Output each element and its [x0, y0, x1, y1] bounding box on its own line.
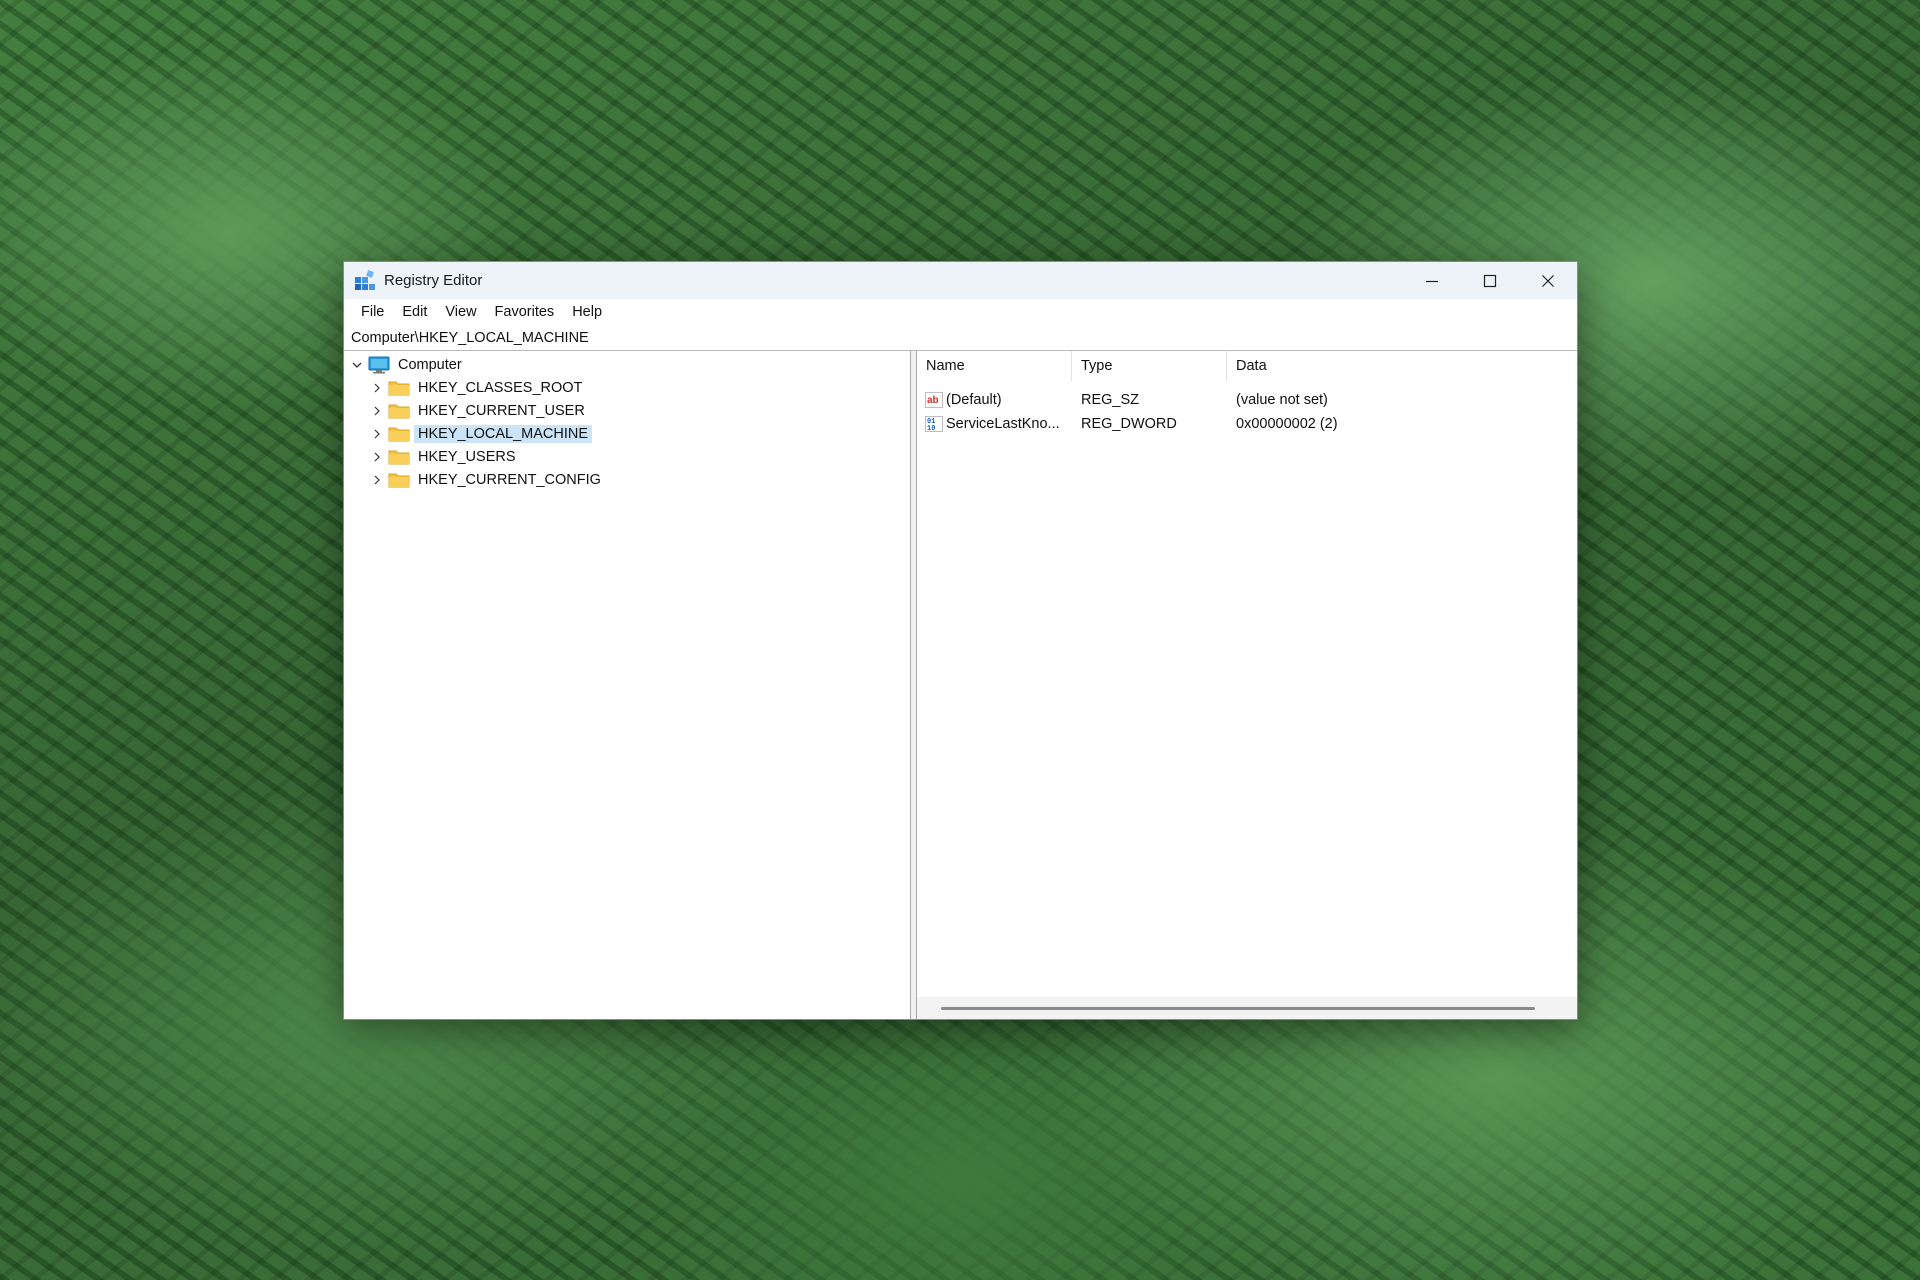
maximize-button[interactable] — [1461, 262, 1519, 299]
horizontal-scrollbar[interactable] — [917, 997, 1577, 1019]
close-icon — [1542, 274, 1554, 287]
binary-value-icon: 01 10 — [925, 416, 943, 432]
folder-icon — [388, 449, 410, 465]
tree-node-label: HKEY_CURRENT_USER — [418, 402, 585, 419]
menu-edit[interactable]: Edit — [393, 299, 436, 325]
scrollbar-thumb[interactable] — [941, 1007, 1535, 1010]
window-controls — [1403, 262, 1577, 299]
tree-node-computer[interactable]: Computer — [350, 353, 466, 376]
folder-icon — [388, 380, 410, 396]
column-headers: Name Type Data — [917, 351, 1577, 381]
close-button[interactable] — [1519, 262, 1577, 299]
value-row[interactable]: ab (Default) REG_SZ (value not set) — [917, 388, 1567, 412]
registry-editor-window: Registry Editor File Edit View Favorites… — [343, 261, 1578, 1020]
maximize-icon — [1483, 274, 1497, 287]
chevron-right-icon[interactable] — [370, 473, 384, 487]
address-bar[interactable]: Computer\HKEY_LOCAL_MACHINE — [344, 325, 1577, 351]
tree-node-hkey-current-config[interactable]: HKEY_CURRENT_CONFIG — [370, 468, 605, 491]
folder-icon — [388, 426, 410, 442]
tree-node-label: Computer — [398, 356, 462, 373]
folder-icon — [388, 403, 410, 419]
column-header-type[interactable]: Type — [1072, 351, 1227, 381]
menu-bar: File Edit View Favorites Help — [344, 299, 1577, 325]
value-name-cell: ab (Default) — [917, 392, 1072, 408]
value-name: (Default) — [946, 392, 1002, 408]
value-name-cell: 01 10 ServiceLastKno... — [917, 416, 1072, 432]
chevron-right-icon[interactable] — [370, 404, 384, 418]
tree-node-hkey-users[interactable]: HKEY_USERS — [370, 445, 520, 468]
chevron-right-icon[interactable] — [370, 450, 384, 464]
registry-editor-app-icon — [354, 269, 376, 292]
value-type: REG_SZ — [1081, 392, 1140, 408]
tree-node-label: HKEY_USERS — [418, 448, 516, 465]
menu-help[interactable]: Help — [563, 299, 611, 325]
window-title: Registry Editor — [384, 272, 483, 289]
tree-node-label: HKEY_CURRENT_CONFIG — [418, 471, 601, 488]
menu-favorites[interactable]: Favorites — [486, 299, 564, 325]
computer-icon — [368, 356, 390, 374]
tree-node-label-selected: HKEY_LOCAL_MACHINE — [414, 424, 593, 443]
values-list-pane[interactable]: Name Type Data ab (Default) REG_SZ (valu… — [917, 351, 1577, 1019]
string-value-icon: ab — [925, 392, 943, 408]
tree-node-hkey-local-machine[interactable]: HKEY_LOCAL_MACHINE — [370, 422, 593, 445]
menu-view[interactable]: View — [436, 299, 485, 325]
minimize-button[interactable] — [1403, 262, 1461, 299]
title-bar[interactable]: Registry Editor — [344, 262, 1577, 299]
chevron-right-icon[interactable] — [370, 427, 384, 441]
value-data: (value not set) — [1236, 392, 1328, 408]
tree-node-hkey-classes-root[interactable]: HKEY_CLASSES_ROOT — [370, 376, 586, 399]
chevron-right-icon[interactable] — [370, 381, 384, 395]
column-header-name[interactable]: Name — [917, 351, 1072, 381]
value-row[interactable]: 01 10 ServiceLastKno... REG_DWORD 0x00000… — [917, 412, 1567, 436]
column-header-data[interactable]: Data — [1227, 351, 1567, 381]
minimize-icon — [1426, 280, 1438, 282]
svg-text:ab: ab — [927, 395, 939, 406]
value-name: ServiceLastKno... — [946, 416, 1060, 432]
menu-file[interactable]: File — [352, 299, 393, 325]
value-type: REG_DWORD — [1081, 416, 1177, 432]
key-tree-pane[interactable]: Computer HKEY_CLASSES_ROOT HKEY_CURRENT_… — [344, 351, 911, 1019]
chevron-down-icon[interactable] — [350, 358, 364, 372]
folder-icon — [388, 472, 410, 488]
value-data: 0x00000002 (2) — [1236, 416, 1338, 432]
svg-text:10: 10 — [927, 425, 935, 432]
tree-node-label: HKEY_CLASSES_ROOT — [418, 379, 583, 396]
tree-node-hkey-current-user[interactable]: HKEY_CURRENT_USER — [370, 399, 589, 422]
